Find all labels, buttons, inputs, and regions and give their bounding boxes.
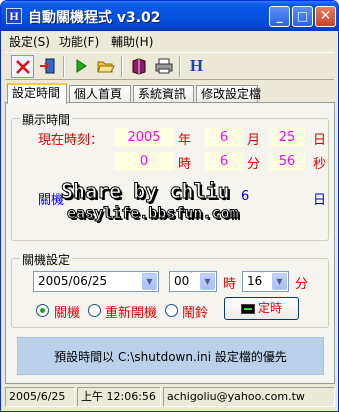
radio-alarm-label[interactable]: 鬧鈴 xyxy=(182,302,208,321)
tab-set-time[interactable]: 設定時間 xyxy=(7,83,67,104)
maximize-button[interactable]: □ xyxy=(292,6,313,27)
status-bar: 2005/6/25 上午 12:06:56 achigoliu@yahoo.co… xyxy=(5,387,335,407)
printer-icon[interactable] xyxy=(152,55,175,78)
menu-function[interactable]: 功能(F) xyxy=(59,33,99,50)
radio-restart[interactable] xyxy=(88,304,101,317)
clock-display-icon xyxy=(240,303,255,314)
minute-select-value: 16 xyxy=(247,274,263,288)
group-title: 顯示時間 xyxy=(20,111,73,128)
minimize-button[interactable]: _ xyxy=(269,6,290,27)
minute-select[interactable]: 16 ▼ xyxy=(242,271,289,292)
app-icon: H xyxy=(6,8,22,24)
hour-value: 0 xyxy=(115,152,173,171)
tab-strip: 設定時間 個人首頁 系統資訊 修改設定檔 xyxy=(5,83,334,104)
watermark-line2: easylife.bbsfun.com xyxy=(67,204,240,223)
current-time-label: 現在時刻： xyxy=(38,133,104,148)
timer-button[interactable]: 定時 xyxy=(224,297,299,320)
open-folder-icon[interactable] xyxy=(94,55,117,78)
chevron-down-icon[interactable]: ▼ xyxy=(142,273,157,290)
help-h-icon[interactable]: H xyxy=(185,55,208,78)
date-value: 2005/06/25 xyxy=(38,274,108,288)
second-unit: 秒 xyxy=(313,157,327,172)
minute-unit-label: 分 xyxy=(295,277,309,292)
day-value: 25 xyxy=(269,128,305,147)
chevron-down-icon[interactable]: ▼ xyxy=(272,273,287,290)
group-title: 關機設定 xyxy=(20,251,73,268)
month-value: 6 xyxy=(205,128,243,147)
radio-restart-label[interactable]: 重新開機 xyxy=(105,302,157,321)
close-button[interactable]: ✕ xyxy=(315,6,336,27)
chevron-down-icon[interactable]: ▼ xyxy=(200,273,215,290)
radio-alarm[interactable] xyxy=(165,304,178,317)
toolbar-separator xyxy=(63,56,65,77)
second-value: 56 xyxy=(269,152,305,171)
menu-settings[interactable]: 設定(S) xyxy=(9,33,50,50)
tab-system-info[interactable]: 系統資訊 xyxy=(133,85,194,103)
status-date: 2005/6/25 xyxy=(5,387,75,407)
watermark-line1: Share by chliu xyxy=(61,179,231,204)
radio-shutdown-label[interactable]: 關機 xyxy=(54,302,80,321)
toolbar: H xyxy=(5,52,334,80)
title-bar[interactable]: H 自動關機程式 v3.02 _ □ ✕ xyxy=(1,1,338,31)
exit-door-icon[interactable] xyxy=(36,55,59,78)
day-unit: 日 xyxy=(313,133,327,148)
minute-unit: 分 xyxy=(247,157,261,172)
toolbar-separator xyxy=(179,56,181,77)
shutdown-day-unit: 日 xyxy=(313,193,327,208)
tab-edit-config[interactable]: 修改設定檔 xyxy=(196,85,261,103)
status-time: 上午 12:06:56 xyxy=(77,387,161,407)
year-unit: 年 xyxy=(178,133,192,148)
menu-bar: 設定(S) 功能(F) 輔助(H) xyxy=(1,31,338,49)
info-message: 預設時間以 C:\shutdown.ini 設定檔的優先 xyxy=(17,337,324,375)
app-window: H 自動關機程式 v3.02 _ □ ✕ 設定(S) 功能(F) 輔助(H) H… xyxy=(0,0,339,412)
hour-unit-label: 時 xyxy=(223,277,237,292)
minute-value: 6 xyxy=(205,152,243,171)
hour-select-value: 00 xyxy=(174,274,190,288)
year-value: 2005 xyxy=(115,128,173,147)
menu-help[interactable]: 輔助(H) xyxy=(111,33,153,50)
close-x-icon[interactable] xyxy=(11,55,34,78)
hour-select[interactable]: 00 ▼ xyxy=(169,271,217,292)
toolbar-separator xyxy=(121,56,123,77)
run-arrow-icon[interactable] xyxy=(69,55,92,78)
hour-unit: 時 xyxy=(178,157,192,172)
timer-button-label: 定時 xyxy=(257,301,282,315)
tab-homepage[interactable]: 個人首頁 xyxy=(69,85,131,103)
date-picker[interactable]: 2005/06/25 ▼ xyxy=(33,271,159,292)
radio-shutdown[interactable] xyxy=(36,304,49,317)
book-icon[interactable] xyxy=(127,55,150,78)
window-title: 自動關機程式 v3.02 xyxy=(28,10,161,26)
month-unit: 月 xyxy=(247,133,261,148)
status-email: achigoliu@yahoo.com.tw xyxy=(163,387,335,407)
shutdown-digit: 6 xyxy=(241,189,250,204)
